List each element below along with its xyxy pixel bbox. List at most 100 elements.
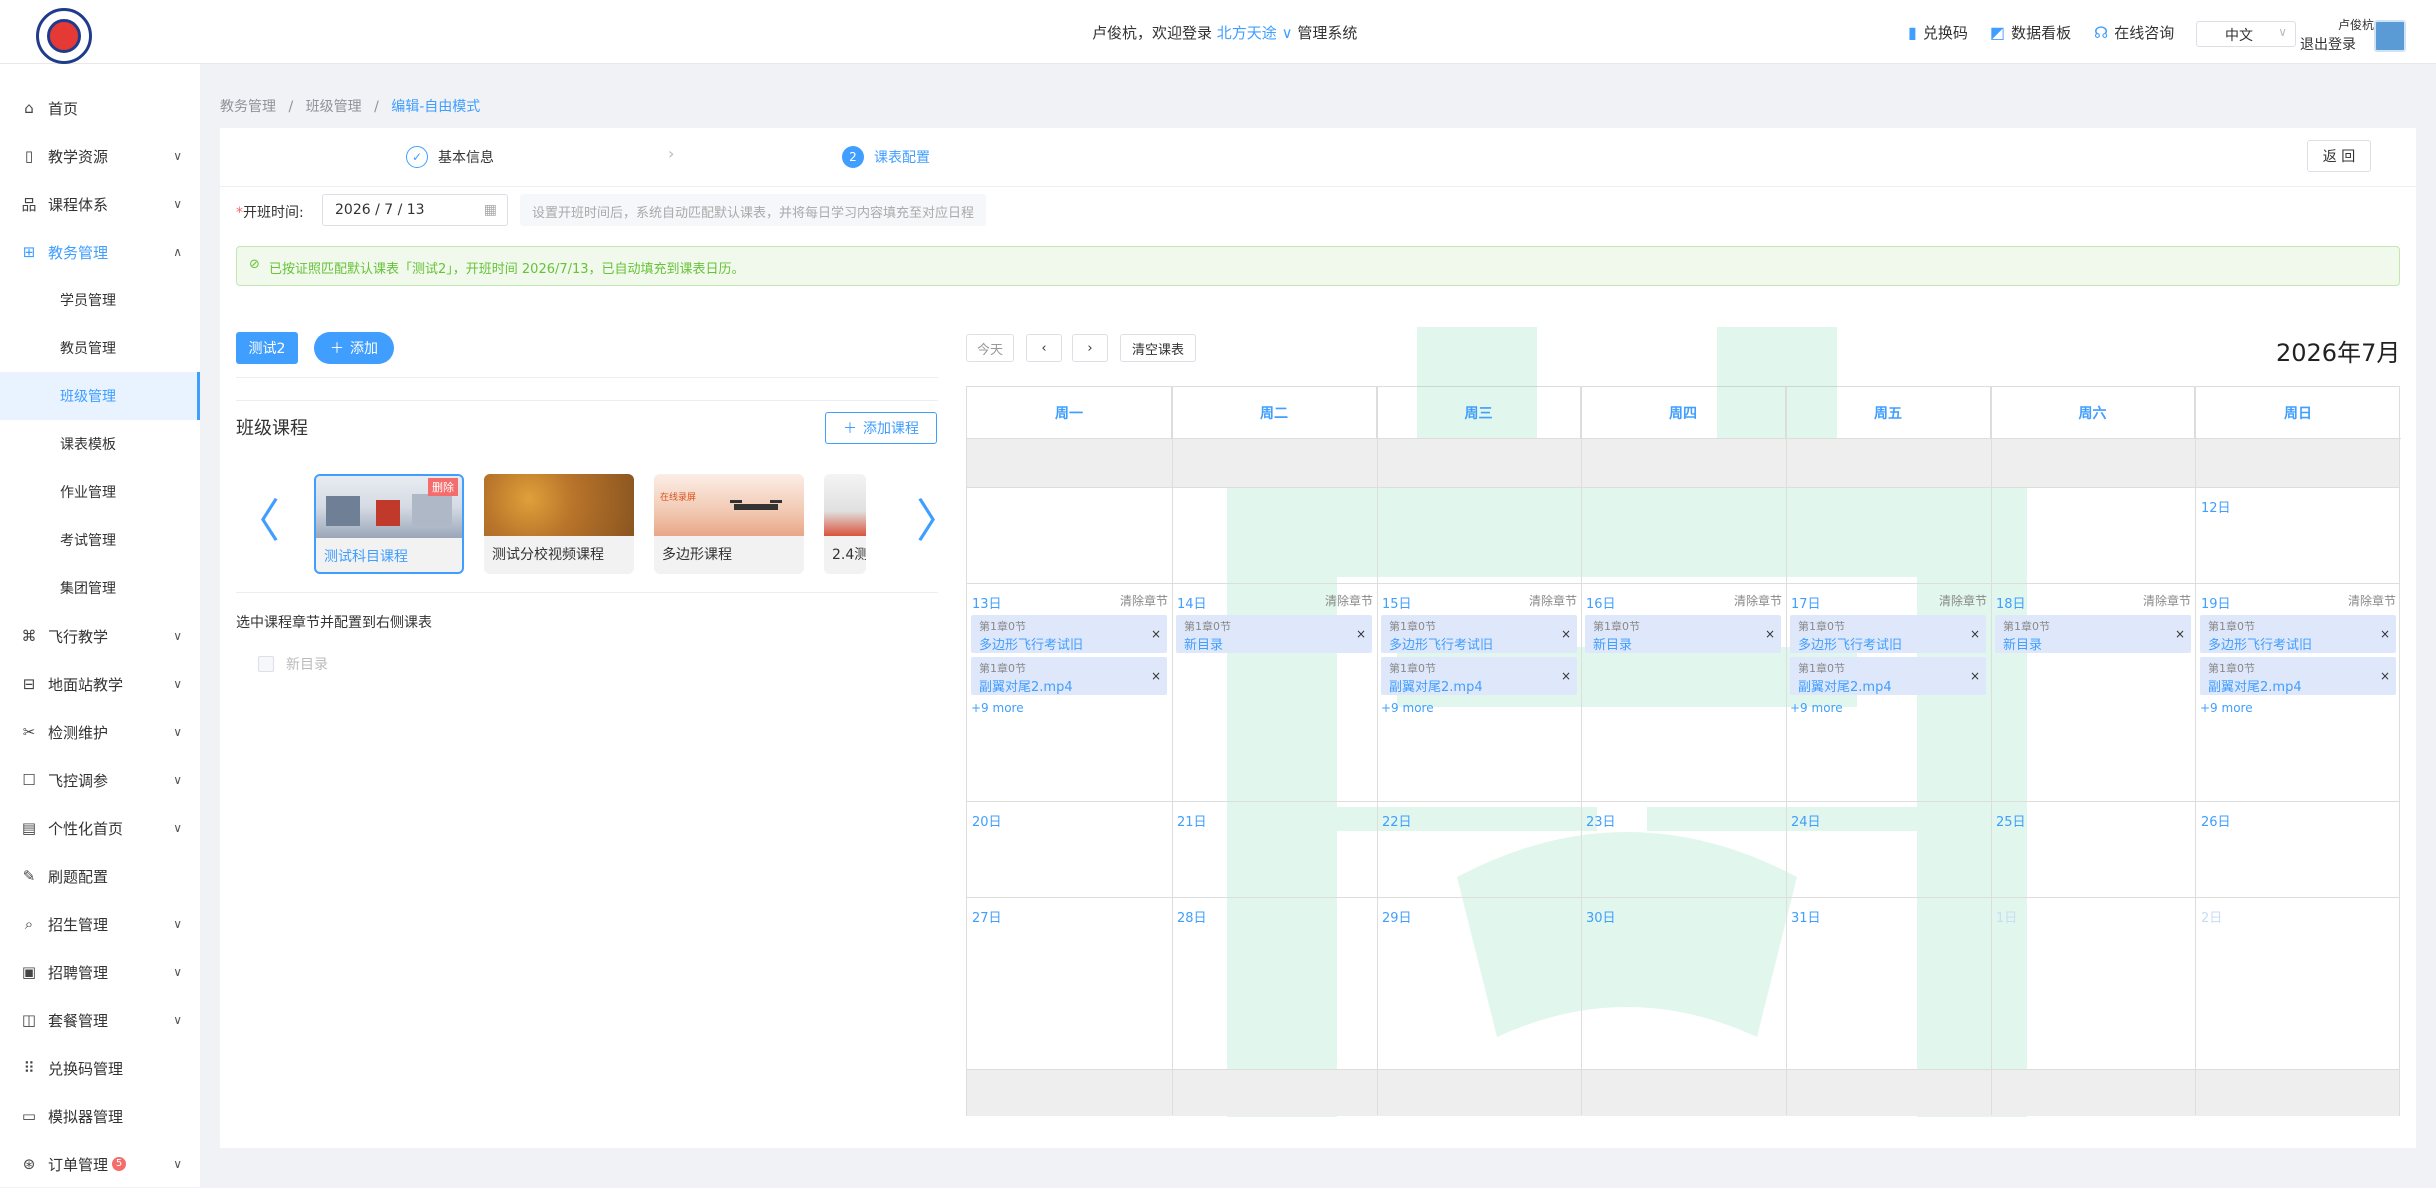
step-basic-info[interactable]: ✓ 基本信息 bbox=[406, 146, 494, 168]
add-course-button[interactable]: ＋添加课程 bbox=[825, 412, 937, 444]
sidebar-item-redeem-codes[interactable]: ⠿ 兑换码管理 bbox=[0, 1044, 200, 1092]
sidebar-item-quiz-config[interactable]: ✎ 刷题配置 bbox=[0, 852, 200, 900]
day-number[interactable]: 12日 bbox=[2201, 497, 2231, 516]
course-card[interactable]: 2.4测 bbox=[824, 474, 866, 574]
logout-link[interactable]: 退出登录 bbox=[2300, 34, 2356, 54]
day-number[interactable]: 23日 bbox=[1586, 811, 1616, 830]
sidebar-item-teachers[interactable]: 教员管理 bbox=[0, 324, 200, 372]
day-number[interactable]: 30日 bbox=[1586, 907, 1616, 926]
schedule-event[interactable]: 第1章0节 多边形飞行考试旧 × bbox=[2200, 615, 2396, 653]
clear-chapter-link[interactable]: 清除章节 bbox=[1529, 592, 1577, 609]
redeem-code-link[interactable]: ▮ 兑换码 bbox=[1908, 22, 1968, 43]
more-events-link[interactable]: +9 more bbox=[1790, 701, 1843, 715]
chapter-checkbox[interactable]: 新目录 bbox=[258, 654, 328, 674]
today-button[interactable]: 今天 bbox=[966, 334, 1014, 362]
sidebar-item-flight-teaching[interactable]: ⌘ 飞行教学 ∨ bbox=[0, 612, 200, 660]
more-events-link[interactable]: +9 more bbox=[2200, 701, 2253, 715]
clear-chapter-link[interactable]: 清除章节 bbox=[1325, 592, 1373, 609]
day-number[interactable]: 26日 bbox=[2201, 811, 2231, 830]
sidebar-item-custom-home[interactable]: ▤ 个性化首页 ∨ bbox=[0, 804, 200, 852]
checkbox[interactable] bbox=[258, 656, 274, 672]
close-icon[interactable]: × bbox=[2175, 627, 2185, 641]
sidebar-item-flight-control[interactable]: ☐ 飞控调参 ∨ bbox=[0, 756, 200, 804]
close-icon[interactable]: × bbox=[2380, 627, 2390, 641]
sidebar-item-simulators[interactable]: ▭ 模拟器管理 bbox=[0, 1092, 200, 1140]
sidebar-item-classes[interactable]: 班级管理 bbox=[0, 372, 200, 420]
schedule-event[interactable]: 第1章0节 多边形飞行考试旧 × bbox=[971, 615, 1167, 653]
sidebar-item-packages[interactable]: ◫ 套餐管理 ∨ bbox=[0, 996, 200, 1044]
clear-chapter-link[interactable]: 清除章节 bbox=[2143, 592, 2191, 609]
day-number[interactable]: 21日 bbox=[1177, 811, 1207, 830]
close-icon[interactable]: × bbox=[1151, 669, 1161, 683]
dashboard-link[interactable]: ◩ 数据看板 bbox=[1990, 22, 2071, 43]
close-icon[interactable]: × bbox=[1765, 627, 1775, 641]
close-icon[interactable]: × bbox=[1356, 627, 1366, 641]
org-selector[interactable]: 北方天途 ∨ bbox=[1217, 24, 1293, 42]
day-number[interactable]: 25日 bbox=[1996, 811, 2026, 830]
language-select[interactable]: 中文 ∨ bbox=[2196, 21, 2296, 47]
more-events-link[interactable]: +9 more bbox=[1381, 701, 1434, 715]
schedule-event[interactable]: 第1章0节 副翼对尾2.mp4 × bbox=[2200, 657, 2396, 695]
carousel-next-icon[interactable]: 〉 bbox=[916, 498, 962, 544]
schedule-event[interactable]: 第1章0节 新目录 × bbox=[1995, 615, 2191, 653]
sidebar-item-maintenance[interactable]: ✂ 检测维护 ∨ bbox=[0, 708, 200, 756]
day-number[interactable]: 16日 bbox=[1586, 593, 1616, 612]
next-month-button[interactable]: › bbox=[1072, 334, 1108, 362]
sidebar-item-students[interactable]: 学员管理 bbox=[0, 276, 200, 324]
sidebar-item-recruitment[interactable]: ▣ 招聘管理 ∨ bbox=[0, 948, 200, 996]
schedule-event[interactable]: 第1章0节 新目录 × bbox=[1176, 615, 1372, 653]
sidebar-item-schedule-templates[interactable]: 课表模板 bbox=[0, 420, 200, 468]
sidebar-item-exams[interactable]: 考试管理 bbox=[0, 516, 200, 564]
close-icon[interactable]: × bbox=[1561, 669, 1571, 683]
course-card[interactable]: 在线录屏 多边形课程 bbox=[654, 474, 804, 574]
day-number[interactable]: 20日 bbox=[972, 811, 1002, 830]
sidebar-item-home[interactable]: ⌂ 首页 bbox=[0, 84, 200, 132]
clear-chapter-link[interactable]: 清除章节 bbox=[1734, 592, 1782, 609]
day-number[interactable]: 15日 bbox=[1382, 593, 1412, 612]
clear-schedule-button[interactable]: 清空课表 bbox=[1120, 334, 1196, 362]
sidebar-item-homework[interactable]: 作业管理 bbox=[0, 468, 200, 516]
delete-course-tag[interactable]: 删除 bbox=[428, 478, 458, 496]
schedule-event[interactable]: 第1章0节 副翼对尾2.mp4 × bbox=[971, 657, 1167, 695]
breadcrumb-item[interactable]: 教务管理 bbox=[220, 99, 276, 115]
online-consult-link[interactable]: ☊ 在线咨询 bbox=[2094, 22, 2174, 43]
close-icon[interactable]: × bbox=[1970, 669, 1980, 683]
step-schedule-config[interactable]: 2 课表配置 bbox=[842, 146, 930, 168]
prev-month-button[interactable]: ‹ bbox=[1026, 334, 1062, 362]
start-date-input[interactable]: 2026 / 7 / 13 ▦ bbox=[322, 194, 508, 226]
sidebar-item-academic-affairs[interactable]: ⊞ 教务管理 ∧ bbox=[0, 228, 200, 276]
clear-chapter-link[interactable]: 清除章节 bbox=[1120, 592, 1168, 609]
avatar[interactable] bbox=[2374, 20, 2406, 52]
course-card[interactable]: 测试分校视频课程 bbox=[484, 474, 634, 574]
sidebar-item-ground-station[interactable]: ⊟ 地面站教学 ∨ bbox=[0, 660, 200, 708]
schedule-event[interactable]: 第1章0节 新目录 × bbox=[1585, 615, 1781, 653]
day-number[interactable]: 2日 bbox=[2201, 907, 2222, 926]
sidebar-item-course-system[interactable]: 品课程体系 ∨ bbox=[0, 180, 200, 228]
day-number[interactable]: 17日 bbox=[1791, 593, 1821, 612]
day-number[interactable]: 22日 bbox=[1382, 811, 1412, 830]
close-icon[interactable]: × bbox=[1970, 627, 1980, 641]
day-number[interactable]: 13日 bbox=[972, 593, 1002, 612]
day-number[interactable]: 14日 bbox=[1177, 593, 1207, 612]
day-number[interactable]: 24日 bbox=[1791, 811, 1821, 830]
clear-chapter-link[interactable]: 清除章节 bbox=[2348, 592, 2396, 609]
schedule-event[interactable]: 第1章0节 副翼对尾2.mp4 × bbox=[1381, 657, 1577, 695]
schedule-event[interactable]: 第1章0节 多边形飞行考试旧 × bbox=[1790, 615, 1986, 653]
sidebar-item-teaching-resources[interactable]: ▯ 教学资源 ∨ bbox=[0, 132, 200, 180]
breadcrumb-item[interactable]: 班级管理 bbox=[306, 99, 362, 115]
close-icon[interactable]: × bbox=[1561, 627, 1571, 641]
schedule-event[interactable]: 第1章0节 副翼对尾2.mp4 × bbox=[1790, 657, 1986, 695]
course-card[interactable]: 删除 测试科目课程 bbox=[314, 474, 464, 574]
sidebar-item-enrollment[interactable]: ⌕ 招生管理 ∨ bbox=[0, 900, 200, 948]
day-number[interactable]: 18日 bbox=[1996, 593, 2026, 612]
back-button[interactable]: 返 回 bbox=[2307, 140, 2371, 172]
carousel-prev-icon[interactable]: 〈 bbox=[234, 498, 280, 544]
sidebar-item-groups[interactable]: 集团管理 bbox=[0, 564, 200, 612]
clear-chapter-link[interactable]: 清除章节 bbox=[1939, 592, 1987, 609]
add-schedule-button[interactable]: ＋添加 bbox=[314, 332, 394, 364]
day-number[interactable]: 1日 bbox=[1996, 907, 2017, 926]
day-number[interactable]: 28日 bbox=[1177, 907, 1207, 926]
day-number[interactable]: 19日 bbox=[2201, 593, 2231, 612]
close-icon[interactable]: × bbox=[1151, 627, 1161, 641]
close-icon[interactable]: × bbox=[2380, 669, 2390, 683]
